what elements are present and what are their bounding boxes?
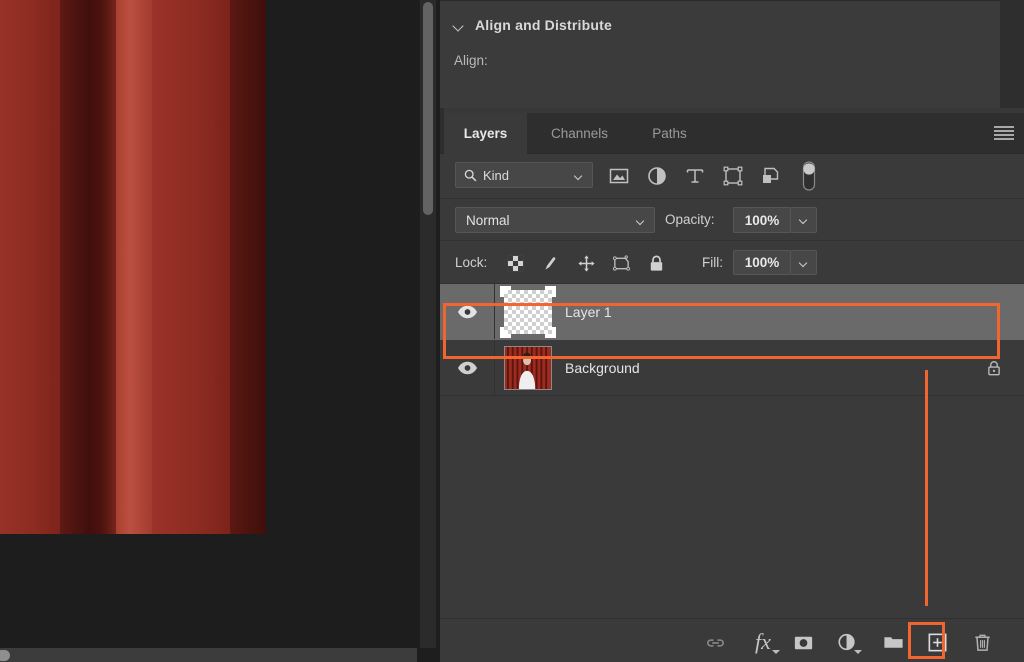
tab-paths[interactable]: Paths bbox=[632, 113, 707, 154]
lock-artboard-nesting-icon[interactable] bbox=[609, 251, 633, 275]
layer-thumbnail[interactable] bbox=[495, 346, 561, 390]
filter-type-layers-icon[interactable] bbox=[684, 165, 706, 187]
filter-toggle-switch[interactable] bbox=[798, 160, 820, 192]
search-icon bbox=[464, 169, 477, 182]
layer-list: Layer 1 bbox=[440, 284, 1024, 594]
layer-name-label[interactable]: Background bbox=[561, 360, 640, 376]
add-layer-mask-button[interactable] bbox=[790, 629, 816, 655]
background-layer-thumbnail bbox=[504, 346, 552, 390]
canvas-vertical-scrollbar-thumb[interactable] bbox=[423, 2, 433, 215]
selection-corner-icon bbox=[545, 327, 556, 338]
opacity-input[interactable]: 100% bbox=[733, 207, 791, 233]
canvas-image-red-wall bbox=[0, 0, 266, 534]
document-canvas[interactable] bbox=[0, 0, 417, 648]
chevron-down-icon[interactable] bbox=[637, 218, 645, 223]
lock-all-icon[interactable] bbox=[644, 251, 668, 275]
lock-label: Lock: bbox=[455, 255, 487, 270]
align-panel-side-strip bbox=[1000, 0, 1024, 108]
layer-style-button[interactable]: fx bbox=[747, 629, 779, 655]
opacity-stepper[interactable] bbox=[791, 207, 817, 233]
annotation-pointer-line bbox=[925, 370, 928, 606]
trash-icon bbox=[971, 631, 994, 654]
filter-shape-layers-icon[interactable] bbox=[722, 165, 744, 187]
layer-thumbnail[interactable] bbox=[495, 290, 561, 334]
eye-icon bbox=[457, 305, 478, 319]
filter-smart-object-layers-icon[interactable] bbox=[760, 165, 782, 187]
fx-icon: fx bbox=[755, 629, 771, 655]
selection-corner-icon bbox=[500, 327, 511, 338]
layer-name-label[interactable]: Layer 1 bbox=[561, 304, 612, 320]
tab-layers-label: Layers bbox=[464, 126, 508, 141]
align-label: Align: bbox=[454, 53, 488, 68]
tab-channels[interactable]: Channels bbox=[527, 113, 632, 154]
blend-mode-row: Normal Opacity: 100% bbox=[440, 199, 1024, 241]
align-panel-title: Align and Distribute bbox=[475, 17, 612, 33]
chevron-down-icon[interactable] bbox=[575, 173, 583, 178]
fill-input[interactable]: 100% bbox=[733, 250, 791, 275]
fill-label: Fill: bbox=[702, 255, 723, 270]
tab-paths-label: Paths bbox=[652, 126, 687, 141]
canvas-horizontal-scrollbar-track[interactable] bbox=[0, 648, 417, 662]
tab-channels-label: Channels bbox=[551, 126, 608, 141]
photoshop-window: Align and Distribute Align: Layers Chann… bbox=[0, 0, 1024, 662]
tab-layers[interactable]: Layers bbox=[444, 113, 527, 154]
layers-panel: Layers Channels Paths bbox=[440, 113, 1024, 662]
chevron-down-icon[interactable] bbox=[800, 217, 808, 222]
fx-dropdown-arrow-icon[interactable] bbox=[772, 650, 780, 654]
filter-adjustment-layers-icon[interactable] bbox=[646, 165, 668, 187]
delete-layer-button[interactable] bbox=[969, 629, 995, 655]
lock-row: Lock: bbox=[440, 241, 1024, 284]
chevron-down-icon[interactable] bbox=[800, 260, 808, 265]
selection-corner-icon bbox=[500, 286, 511, 297]
selection-corner-icon bbox=[545, 286, 556, 297]
eye-icon bbox=[457, 361, 478, 375]
hamburger-menu-icon[interactable] bbox=[994, 126, 1014, 140]
lock-image-pixels-icon[interactable] bbox=[539, 251, 563, 275]
folder-icon bbox=[882, 631, 905, 654]
new-layer-button[interactable] bbox=[924, 629, 950, 655]
transparent-checkerboard-thumbnail bbox=[504, 290, 552, 334]
opacity-label: Opacity: bbox=[665, 212, 715, 227]
link-layers-button[interactable] bbox=[702, 629, 728, 655]
table-row[interactable]: Layer 1 bbox=[440, 284, 1024, 340]
table-row[interactable]: Background bbox=[440, 340, 1024, 396]
blend-mode-value: Normal bbox=[466, 213, 510, 228]
blend-mode-select[interactable]: Normal bbox=[455, 207, 655, 233]
layer-visibility-toggle[interactable] bbox=[440, 284, 495, 339]
layer-filter-row: Kind bbox=[440, 154, 1024, 199]
layer-locked-indicator[interactable] bbox=[964, 340, 1024, 395]
link-icon bbox=[704, 631, 727, 654]
right-panel-column: Align and Distribute Align: Layers Chann… bbox=[440, 0, 1024, 662]
lock-transparent-pixels-icon[interactable] bbox=[503, 251, 527, 275]
layers-bottom-toolbar: fx bbox=[440, 618, 1024, 662]
plus-square-icon bbox=[926, 631, 949, 654]
filter-kind-select[interactable]: Kind bbox=[455, 162, 593, 188]
fill-stepper[interactable] bbox=[791, 250, 817, 275]
chevron-down-icon[interactable] bbox=[454, 22, 465, 29]
align-panel-header[interactable]: Align and Distribute bbox=[454, 17, 612, 33]
lock-icon bbox=[985, 359, 1003, 377]
adjustment-dropdown-arrow-icon[interactable] bbox=[854, 650, 862, 654]
filter-pixel-layers-icon[interactable] bbox=[608, 165, 630, 187]
filter-kind-label: Kind bbox=[483, 168, 509, 183]
align-and-distribute-panel: Align and Distribute Align: bbox=[440, 0, 1000, 108]
mask-icon bbox=[792, 631, 815, 654]
layers-panel-tabbar: Layers Channels Paths bbox=[440, 113, 1024, 154]
new-group-button[interactable] bbox=[880, 629, 906, 655]
new-adjustment-layer-button[interactable] bbox=[834, 629, 860, 655]
lock-position-icon[interactable] bbox=[574, 251, 598, 275]
layer-visibility-toggle[interactable] bbox=[440, 340, 495, 395]
